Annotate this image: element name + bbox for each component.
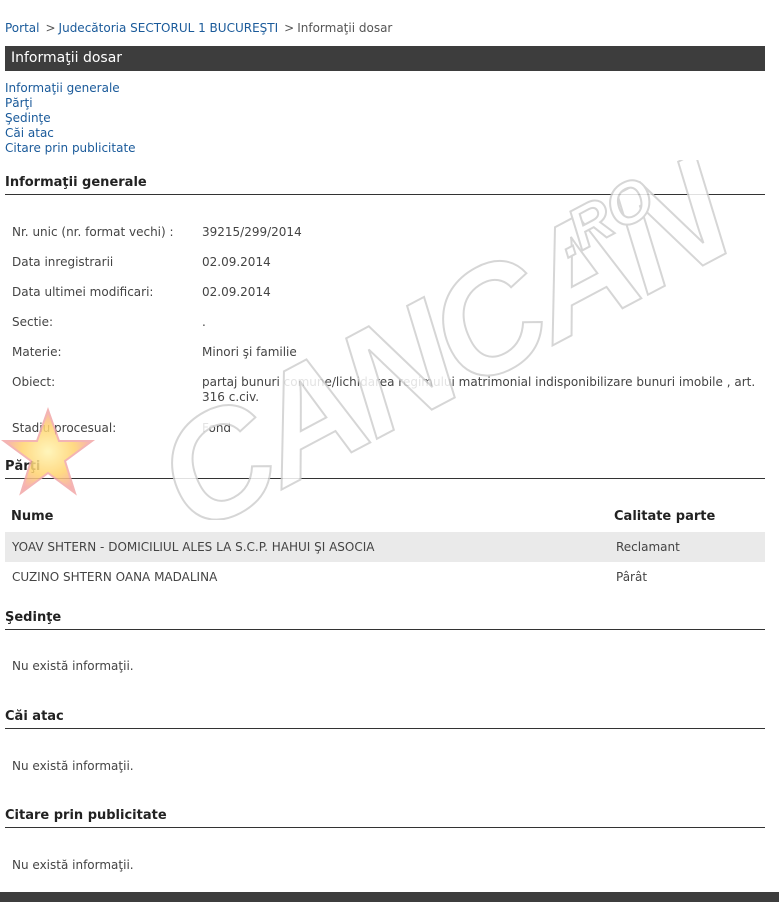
breadcrumb-current: Informaţii dosar (297, 21, 393, 35)
party-name: YOAV SHTERN - DOMICILIUL ALES LA S.C.P. … (12, 540, 375, 554)
info-label: Nr. unic (nr. format vechi) : (12, 225, 174, 239)
section-nav: Informaţii generale Părţi Şedinţe Căi at… (5, 81, 136, 156)
nav-link-sedinte[interactable]: Şedinţe (5, 111, 136, 126)
nav-link-citare[interactable]: Citare prin publicitate (5, 141, 136, 156)
section-heading-citare: Citare prin publicitate (5, 808, 765, 828)
table-row: CUZINO SHTERN OANA MADALINA Pârât (5, 562, 765, 592)
breadcrumb-separator: > (45, 21, 56, 35)
info-value: 02.09.2014 (202, 285, 271, 299)
nav-link-cai-atac[interactable]: Căi atac (5, 126, 136, 141)
empty-message: Nu există informaţii. (12, 858, 134, 872)
info-value: . (202, 315, 206, 329)
info-label: Sectie: (12, 315, 54, 329)
section-heading-cai-atac: Căi atac (5, 709, 765, 729)
table-row: YOAV SHTERN - DOMICILIUL ALES LA S.C.P. … (5, 532, 765, 562)
info-label: Data ultimei modificari: (12, 285, 154, 299)
info-label: Materie: (12, 345, 62, 359)
empty-message: Nu există informaţii. (12, 759, 134, 773)
breadcrumb-separator: > (284, 21, 295, 35)
column-header-nume: Nume (11, 509, 54, 524)
info-value: 39215/299/2014 (202, 225, 302, 239)
info-label: Data inregistrarii (12, 255, 114, 269)
star-logo-icon (0, 407, 96, 496)
info-value: Fond (202, 421, 232, 435)
empty-message: Nu există informaţii. (12, 659, 134, 673)
party-name: CUZINO SHTERN OANA MADALINA (12, 570, 218, 584)
info-value: partaj bunuri comune/lichidarea regimulu… (202, 375, 756, 404)
party-role: Pârât (616, 570, 648, 584)
nav-link-parti[interactable]: Părţi (5, 96, 136, 111)
footer-bar (0, 892, 779, 902)
section-heading-informatii-generale: Informaţii generale (5, 175, 765, 195)
info-value: Minori şi familie (202, 345, 297, 359)
info-value: 02.09.2014 (202, 255, 271, 269)
breadcrumb: Portal > Judecătoria SECTORUL 1 BUCUREŞTI >… (5, 21, 392, 35)
party-role: Reclamant (616, 540, 680, 554)
breadcrumb-portal-link[interactable]: Portal (5, 21, 39, 35)
section-heading-parti: Părţi (5, 459, 765, 479)
info-label: Obiect: (12, 375, 56, 389)
breadcrumb-court-link[interactable]: Judecătoria SECTORUL 1 BUCUREŞTI (59, 21, 279, 35)
page-title: Informaţii dosar (5, 46, 765, 71)
column-header-calitate: Calitate parte (614, 509, 716, 524)
nav-link-informatii-generale[interactable]: Informaţii generale (5, 81, 136, 96)
section-heading-sedinte: Şedinţe (5, 610, 765, 630)
